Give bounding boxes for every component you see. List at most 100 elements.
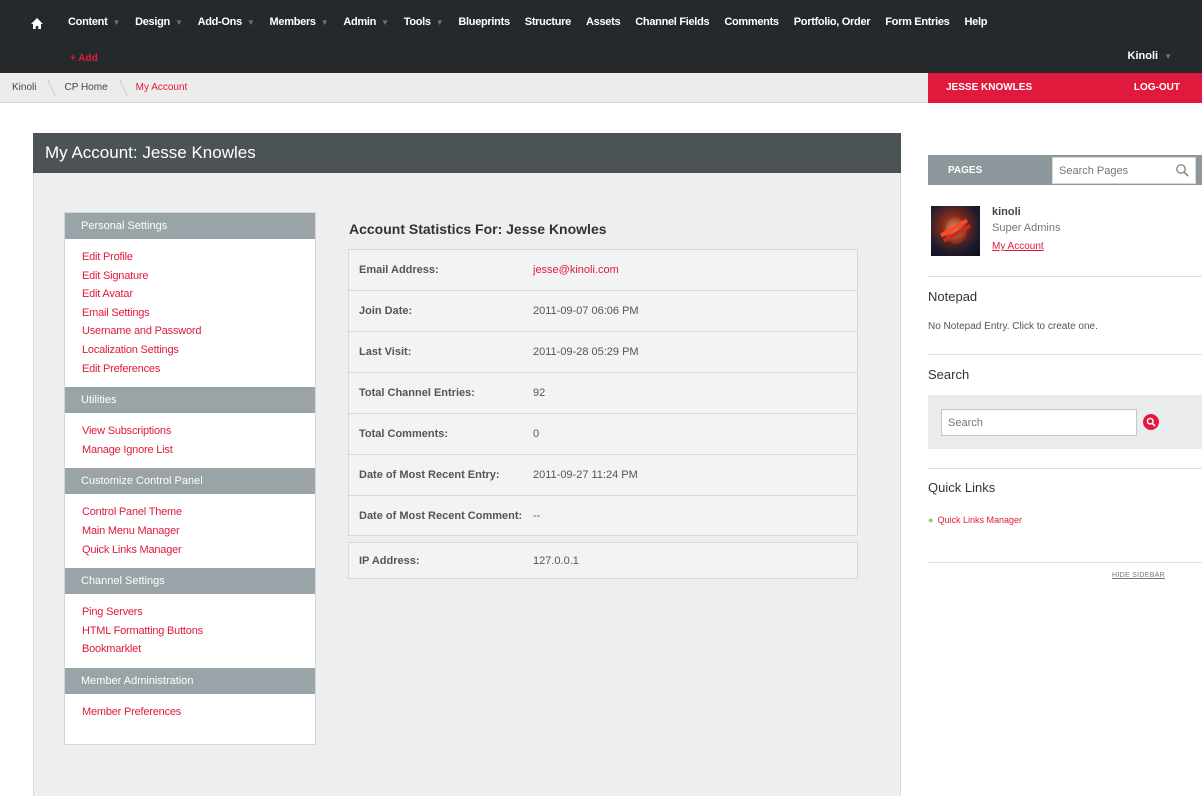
search-icon[interactable] xyxy=(1175,163,1189,177)
nav-item-tools[interactable]: Tools ▼ xyxy=(398,16,453,28)
search-icon xyxy=(1146,417,1156,427)
stat-value: 127.0.0.1 xyxy=(533,554,579,567)
search-box xyxy=(941,409,1137,436)
quick-link-item[interactable]: ● Quick Links Manager xyxy=(928,515,1022,525)
stat-label: Total Comments: xyxy=(359,428,449,440)
nav-item-label: Form Entries xyxy=(885,16,950,28)
notepad-text[interactable]: No Notepad Entry. Click to create one. xyxy=(928,321,1098,332)
settings-link[interactable]: View Subscriptions xyxy=(82,422,315,441)
profile-role: Super Admins xyxy=(992,222,1061,234)
divider xyxy=(928,276,1202,277)
stat-row: Last Visit: 2011-09-28 05:29 PM xyxy=(348,331,858,372)
section-heading: Customize Control Panel xyxy=(65,468,315,495)
pages-search xyxy=(1052,157,1196,184)
breadcrumb-item-current: My Account xyxy=(135,82,188,93)
settings-link[interactable]: Quick Links Manager xyxy=(82,541,315,560)
divider xyxy=(928,468,1202,469)
breadcrumb-bar: Kinoli CP Home My Account JESSE KNOWLES … xyxy=(0,73,1202,103)
divider xyxy=(928,562,1202,563)
pages-search-input[interactable] xyxy=(1053,158,1163,183)
stat-label: Total Channel Entries: xyxy=(359,387,475,399)
settings-link[interactable]: Edit Avatar xyxy=(82,285,315,304)
section-links: Member Preferences xyxy=(65,694,315,731)
nav-item-label: Structure xyxy=(524,16,572,28)
quick-links-title: Quick Links xyxy=(928,480,996,495)
nav-item-label: Portfolio, Order xyxy=(793,16,871,28)
settings-link[interactable]: Edit Preferences xyxy=(82,360,315,379)
stat-label: IP Address: xyxy=(359,554,420,567)
settings-link[interactable]: Main Menu Manager xyxy=(82,522,315,541)
site-switcher[interactable]: Kinoli ▼ xyxy=(1128,50,1172,62)
stat-value: 2011-09-07 06:06 PM xyxy=(533,305,639,317)
nav-item-assets[interactable]: Assets xyxy=(580,16,629,28)
chevron-down-icon: ▼ xyxy=(381,17,389,27)
section-links: Edit Profile Edit Signature Edit Avatar Ema… xyxy=(65,239,315,387)
stat-row-ip: IP Address: 127.0.0.1 xyxy=(348,542,858,579)
nav-item-blueprints[interactable]: Blueprints xyxy=(452,16,518,28)
stat-row: Date of Most Recent Entry: 2011-09-27 11:… xyxy=(348,454,858,495)
nav-item-label: Assets xyxy=(585,16,621,28)
nav-item-members[interactable]: Members ▼ xyxy=(264,16,338,28)
logout-link[interactable]: LOG-OUT xyxy=(1134,82,1180,93)
section-heading: Utilities xyxy=(65,387,315,414)
avatar xyxy=(931,206,980,256)
chevron-down-icon: ▼ xyxy=(246,17,255,27)
settings-link[interactable]: Member Preferences xyxy=(82,703,315,722)
chevron-down-icon: ▼ xyxy=(1164,52,1172,61)
nav-item-label: Comments xyxy=(724,16,779,28)
stat-value: 2011-09-28 05:29 PM xyxy=(533,346,639,358)
nav-item-comments[interactable]: Comments xyxy=(718,16,787,28)
notepad-title: Notepad xyxy=(928,289,978,304)
stat-row: Total Comments: 0 xyxy=(348,413,858,454)
chevron-down-icon: ▼ xyxy=(112,17,121,27)
page-title: My Account: Jesse Knowles xyxy=(33,133,901,173)
settings-link[interactable]: Localization Settings xyxy=(82,341,315,360)
chevron-down-icon: ▼ xyxy=(174,17,183,27)
nav-item-help[interactable]: Help xyxy=(959,16,997,28)
section-heading: Member Administration xyxy=(65,667,315,694)
nav-item-structure[interactable]: Structure xyxy=(519,16,580,28)
section-heading: Channel Settings xyxy=(65,568,315,595)
nav-item-add-ons[interactable]: Add-Ons ▼ xyxy=(192,16,264,28)
nav-item-label: Help xyxy=(964,16,988,28)
settings-link[interactable]: Control Panel Theme xyxy=(82,503,315,522)
settings-link[interactable]: Edit Signature xyxy=(82,267,315,286)
pages-toggle[interactable]: PAGES xyxy=(948,165,982,176)
nav-item-channel-fields[interactable]: Channel Fields xyxy=(629,16,718,28)
settings-menu: Personal Settings Edit Profile Edit Signat… xyxy=(64,212,316,745)
breadcrumb: Kinoli CP Home My Account xyxy=(0,73,203,103)
breadcrumb-item-cp-home[interactable]: CP Home xyxy=(52,73,123,103)
hide-sidebar-link[interactable]: HIDE SIDEBAR xyxy=(1112,572,1165,579)
nav-item-design[interactable]: Design ▼ xyxy=(129,16,192,28)
search-input[interactable] xyxy=(942,410,1132,435)
settings-link[interactable]: Edit Profile xyxy=(82,248,315,267)
add-button[interactable]: + Add xyxy=(70,53,98,64)
chevron-down-icon: ▼ xyxy=(320,17,329,27)
stat-row: Total Channel Entries: 92 xyxy=(348,372,858,413)
stat-value: -- xyxy=(533,509,541,522)
search-button[interactable] xyxy=(1143,414,1159,430)
settings-link[interactable]: Username and Password xyxy=(82,322,315,341)
settings-link[interactable]: HTML Formatting Buttons xyxy=(82,622,315,641)
user-name-link[interactable]: JESSE KNOWLES xyxy=(946,82,1032,93)
user-bar: JESSE KNOWLES LOG-OUT xyxy=(928,73,1202,103)
settings-link[interactable]: Manage Ignore List xyxy=(82,441,315,460)
site-name: Kinoli xyxy=(1127,50,1159,62)
nav-item-portfolio-order[interactable]: Portfolio, Order xyxy=(788,16,879,28)
settings-link[interactable]: Email Settings xyxy=(82,304,315,323)
settings-link[interactable]: Ping Servers xyxy=(82,603,315,622)
stats-table: Email Address: jesse@kinoli.com Join Date:… xyxy=(348,249,858,579)
bullet-icon: ● xyxy=(928,515,934,525)
nav-item-label: Content xyxy=(68,16,108,28)
breadcrumb-item-site[interactable]: Kinoli xyxy=(0,73,52,103)
nav-item-content[interactable]: Content ▼ xyxy=(62,16,129,28)
home-icon[interactable] xyxy=(30,17,44,31)
nav-item-form-entries[interactable]: Form Entries xyxy=(879,16,958,28)
my-account-link[interactable]: My Account xyxy=(992,241,1044,252)
email-link[interactable]: jesse@kinoli.com xyxy=(533,264,619,276)
nav-item-admin[interactable]: Admin ▼ xyxy=(337,16,397,28)
quick-link-label: Quick Links Manager xyxy=(937,515,1022,525)
profile-card: kinoli Super Admins My Account xyxy=(928,200,1202,275)
settings-link[interactable]: Bookmarklet xyxy=(82,640,315,659)
nav-item-label: Design xyxy=(135,16,170,28)
